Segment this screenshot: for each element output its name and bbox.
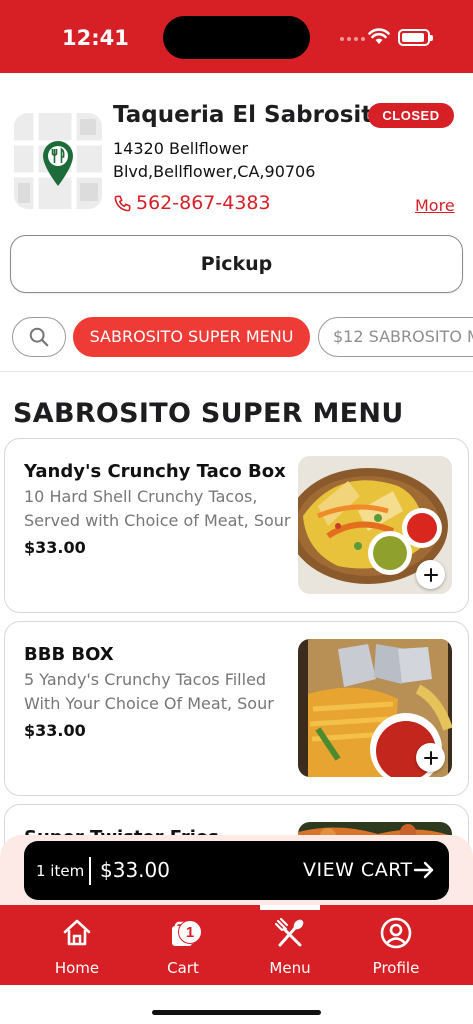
tab-label: Cart xyxy=(167,959,199,977)
phone-number: 562-867-4383 xyxy=(136,192,271,214)
menu-item-description: 10 Hard Shell Crunchy Tacos, Served with… xyxy=(24,487,291,530)
menu-item-price: $33.00 xyxy=(24,721,86,740)
address-line-2: Blvd,Bellflower,CA,90706 xyxy=(113,162,316,181)
profile-icon xyxy=(380,917,412,949)
tab-label: Home xyxy=(54,959,100,977)
menu-item-card[interactable]: Yandy's Crunchy Taco Box 10 Hard Shell C… xyxy=(4,438,469,613)
home-icon xyxy=(63,919,91,946)
search-button[interactable] xyxy=(12,317,66,357)
status-time: 12:41 xyxy=(62,26,129,50)
active-tab-indicator xyxy=(260,905,320,910)
section-title: SABROSITO SUPER MENU xyxy=(13,398,404,429)
phone-link[interactable]: 562-867-4383 xyxy=(113,192,271,214)
tab-cart[interactable]: Cart xyxy=(138,905,228,985)
add-item-button[interactable] xyxy=(416,560,445,589)
phone-icon xyxy=(114,195,131,211)
tab-bar: Home Cart Menu Profile xyxy=(0,905,473,985)
menu-item-card[interactable]: BBB BOX 5 Yandy's Crunchy Tacos Filled W… xyxy=(4,621,469,796)
tab-label: Profile xyxy=(372,959,420,977)
menu-item-price: $33.00 xyxy=(24,538,86,557)
menu-item-name: BBB BOX xyxy=(24,644,114,665)
plus-icon xyxy=(423,567,438,582)
search-icon xyxy=(29,327,49,347)
cart-item-count: 1 item xyxy=(36,862,85,880)
dynamic-island xyxy=(163,16,310,59)
signal-icon xyxy=(340,37,365,41)
arrow-right-icon xyxy=(413,861,434,879)
address-line-1: 14320 Bellflower xyxy=(113,139,249,158)
menu-item-name: Yandy's Crunchy Taco Box xyxy=(24,461,286,482)
tab-label: Menu xyxy=(269,959,311,977)
plus-icon xyxy=(423,750,438,765)
category-chips: SABROSITO SUPER MENU $12 SABROSITO MEAL xyxy=(12,317,473,359)
view-cart-button[interactable]: 1 item $33.00 VIEW CART xyxy=(24,841,449,900)
category-chip-active[interactable]: SABROSITO SUPER MENU xyxy=(73,317,310,357)
map-pin-utensils-icon xyxy=(43,141,73,186)
status-badge: CLOSED xyxy=(368,103,454,128)
restaurant-map-thumbnail xyxy=(14,113,102,209)
battery-icon xyxy=(398,29,433,46)
tab-home[interactable]: Home xyxy=(32,905,122,985)
view-cart-label: VIEW CART xyxy=(303,859,413,881)
wifi-icon xyxy=(368,28,390,44)
restaurant-name: Taqueria El Sabrosito xyxy=(113,102,389,128)
pickup-button[interactable]: Pickup xyxy=(10,235,463,293)
home-indicator-area xyxy=(0,985,473,1024)
fork-spoon-icon xyxy=(274,917,304,947)
tab-profile[interactable]: Profile xyxy=(351,905,441,985)
add-item-button[interactable] xyxy=(416,743,445,772)
menu-item-description: 5 Yandy's Crunchy Tacos Filled With Your… xyxy=(24,670,274,713)
divider xyxy=(0,371,473,372)
tab-menu[interactable]: Menu xyxy=(245,905,335,985)
category-chip[interactable]: $12 SABROSITO MEAL xyxy=(318,317,473,357)
home-indicator xyxy=(152,1010,321,1015)
more-link[interactable]: More xyxy=(415,196,455,215)
cart-badge: 1 xyxy=(178,920,202,944)
cart-total: $33.00 xyxy=(100,858,170,882)
cart-separator xyxy=(89,857,91,885)
status-bar: 12:41 xyxy=(0,0,473,73)
restaurant-address: 14320 Bellflower Blvd,Bellflower,CA,9070… xyxy=(113,137,353,183)
